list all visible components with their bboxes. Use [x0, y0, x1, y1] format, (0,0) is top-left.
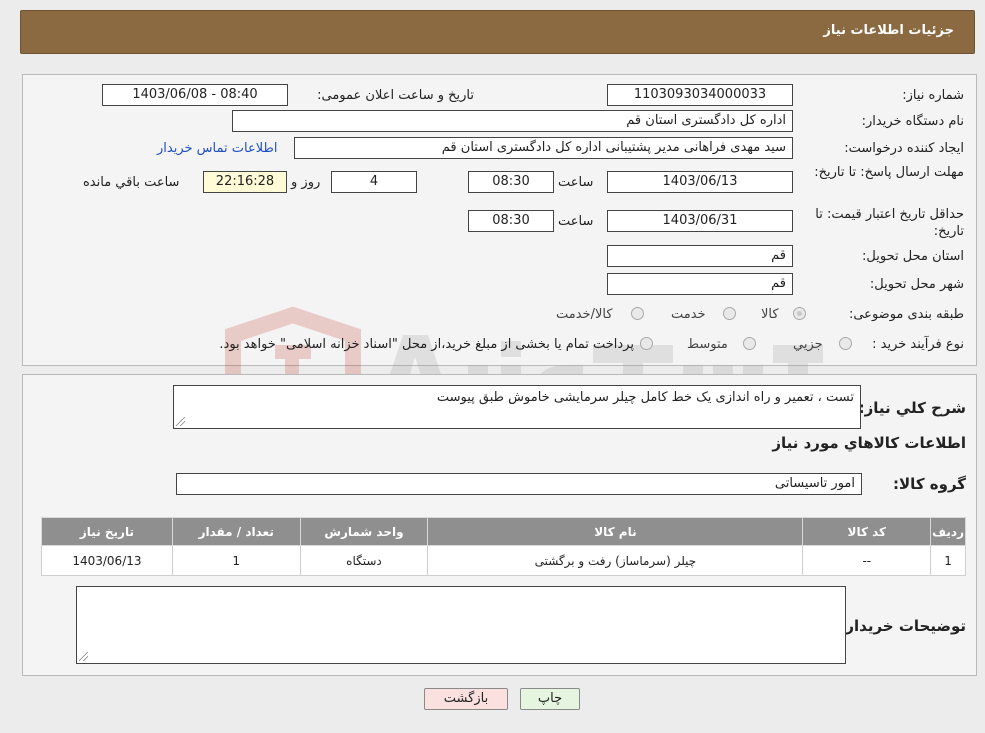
need-info-panel: شماره نیاز: 1103093034000033 تاریخ و ساع… [22, 74, 977, 455]
request-creator-label: ایجاد کننده درخواست: [844, 141, 964, 156]
announce-datetime-label: تاریخ و ساعت اعلان عمومی: [317, 88, 474, 103]
col-unit: واحد شمارش [299, 517, 429, 546]
category-label: طبقه بندی موضوعی: [848, 307, 964, 322]
remaining-days-label: روز و [291, 175, 321, 190]
description-text: تست ، تعمیر و راه اندازی یک خط کامل چیلر… [436, 390, 854, 405]
table-row: 1 -- چیلر (سرماساز) رفت و برگشتی دستگاه … [41, 545, 966, 576]
cell-goods-name: چیلر (سرماساز) رفت و برگشتی [427, 545, 804, 576]
col-quantity: تعداد / مقدار [171, 517, 301, 546]
resize-handle-icon[interactable] [79, 652, 88, 661]
goods-group-field: امور تاسیساتی [176, 473, 862, 495]
process-medium-radio[interactable] [743, 337, 756, 350]
delivery-province-label: استان محل تحویل: [862, 249, 964, 264]
delivery-province-field: قم [607, 245, 793, 267]
buyer-notes-label: توضیحات خریدار: [839, 617, 966, 635]
category-goods-radio[interactable] [793, 307, 806, 320]
price-validity-time-label: ساعت [558, 214, 594, 229]
response-deadline-time-label: ساعت [558, 175, 594, 190]
goods-table: رديف کد کالا نام کالا واحد شمارش تعداد /… [41, 517, 966, 576]
goods-panel: شرح کلي نياز: تست ، تعمیر و راه اندازی ی… [22, 374, 977, 676]
col-need-date: تاریخ نیاز [41, 517, 173, 546]
request-creator-field: سید مهدی فراهانی مدیر پشتیبانی اداره کل … [294, 137, 793, 159]
remaining-time-label: ساعت باقي مانده [83, 175, 180, 190]
description-textarea[interactable]: تست ، تعمیر و راه اندازی یک خط کامل چیلر… [173, 385, 861, 429]
process-medium-label: متوسط [687, 337, 728, 352]
cell-unit: دستگاه [299, 545, 429, 576]
process-minor-radio[interactable] [839, 337, 852, 350]
delivery-city-label: شهر محل تحویل: [869, 277, 964, 292]
purchase-process-label: نوع فرآیند خرید : [872, 337, 964, 352]
goods-group-label: گروه کالا: [893, 475, 966, 493]
col-goods-name: نام کالا [427, 517, 804, 546]
price-validity-date: 1403/06/31 [607, 210, 793, 232]
remaining-time-field: 22:16:28 [203, 171, 287, 193]
price-validity-label: حداقل تاریخ اعتبار قیمت: تا تاریخ: [815, 207, 964, 239]
buyer-contact-link[interactable]: اطلاعات تماس خریدار [157, 141, 277, 156]
print-button[interactable]: چاپ [520, 688, 580, 710]
category-service-label: خدمت [671, 307, 706, 322]
price-validity-time: 08:30 [468, 210, 554, 232]
cell-goods-code: -- [802, 545, 932, 576]
process-minor-label: جزیي [793, 337, 823, 352]
category-goods-service-label: کالا/خدمت [556, 307, 613, 322]
remaining-days-field: 4 [331, 171, 417, 193]
buyer-org-field: اداره کل دادگستری استان قم [232, 110, 793, 132]
response-deadline-label: مهلت ارسال پاسخ: تا تاریخ: [814, 165, 964, 180]
buyer-org-label: نام دستگاه خریدار: [861, 114, 964, 129]
col-row-number: رديف [930, 517, 966, 546]
resize-handle-icon[interactable] [176, 417, 185, 426]
treasury-payment-note: پرداخت تمام یا بخشی از مبلغ خرید،از محل … [219, 337, 634, 352]
cell-row-number: 1 [930, 545, 966, 576]
back-button[interactable]: بازگشت [424, 688, 508, 710]
response-deadline-time: 08:30 [468, 171, 554, 193]
goods-table-header: رديف کد کالا نام کالا واحد شمارش تعداد /… [41, 517, 966, 546]
need-number-label: شماره نیاز: [902, 88, 964, 103]
response-deadline-date: 1403/06/13 [607, 171, 793, 193]
cell-quantity: 1 [171, 545, 301, 576]
col-goods-code: کد کالا [802, 517, 932, 546]
category-goods-label: کالا [761, 307, 779, 322]
delivery-city-field: قم [607, 273, 793, 295]
cell-need-date: 1403/06/13 [41, 545, 173, 576]
category-service-radio[interactable] [723, 307, 736, 320]
treasury-payment-checkbox[interactable] [640, 337, 653, 350]
buyer-notes-textarea[interactable] [76, 586, 846, 664]
page-title: جزئیات اطلاعات نیاز [823, 23, 954, 38]
goods-info-title: اطلاعات کالاهاي مورد نياز [772, 434, 966, 452]
category-goods-service-radio[interactable] [631, 307, 644, 320]
page-header: جزئیات اطلاعات نیاز [20, 10, 975, 54]
announce-datetime-field: 1403/06/08 - 08:40 [102, 84, 288, 106]
description-label: شرح کلي نياز: [858, 399, 966, 417]
need-number-field: 1103093034000033 [607, 84, 793, 106]
